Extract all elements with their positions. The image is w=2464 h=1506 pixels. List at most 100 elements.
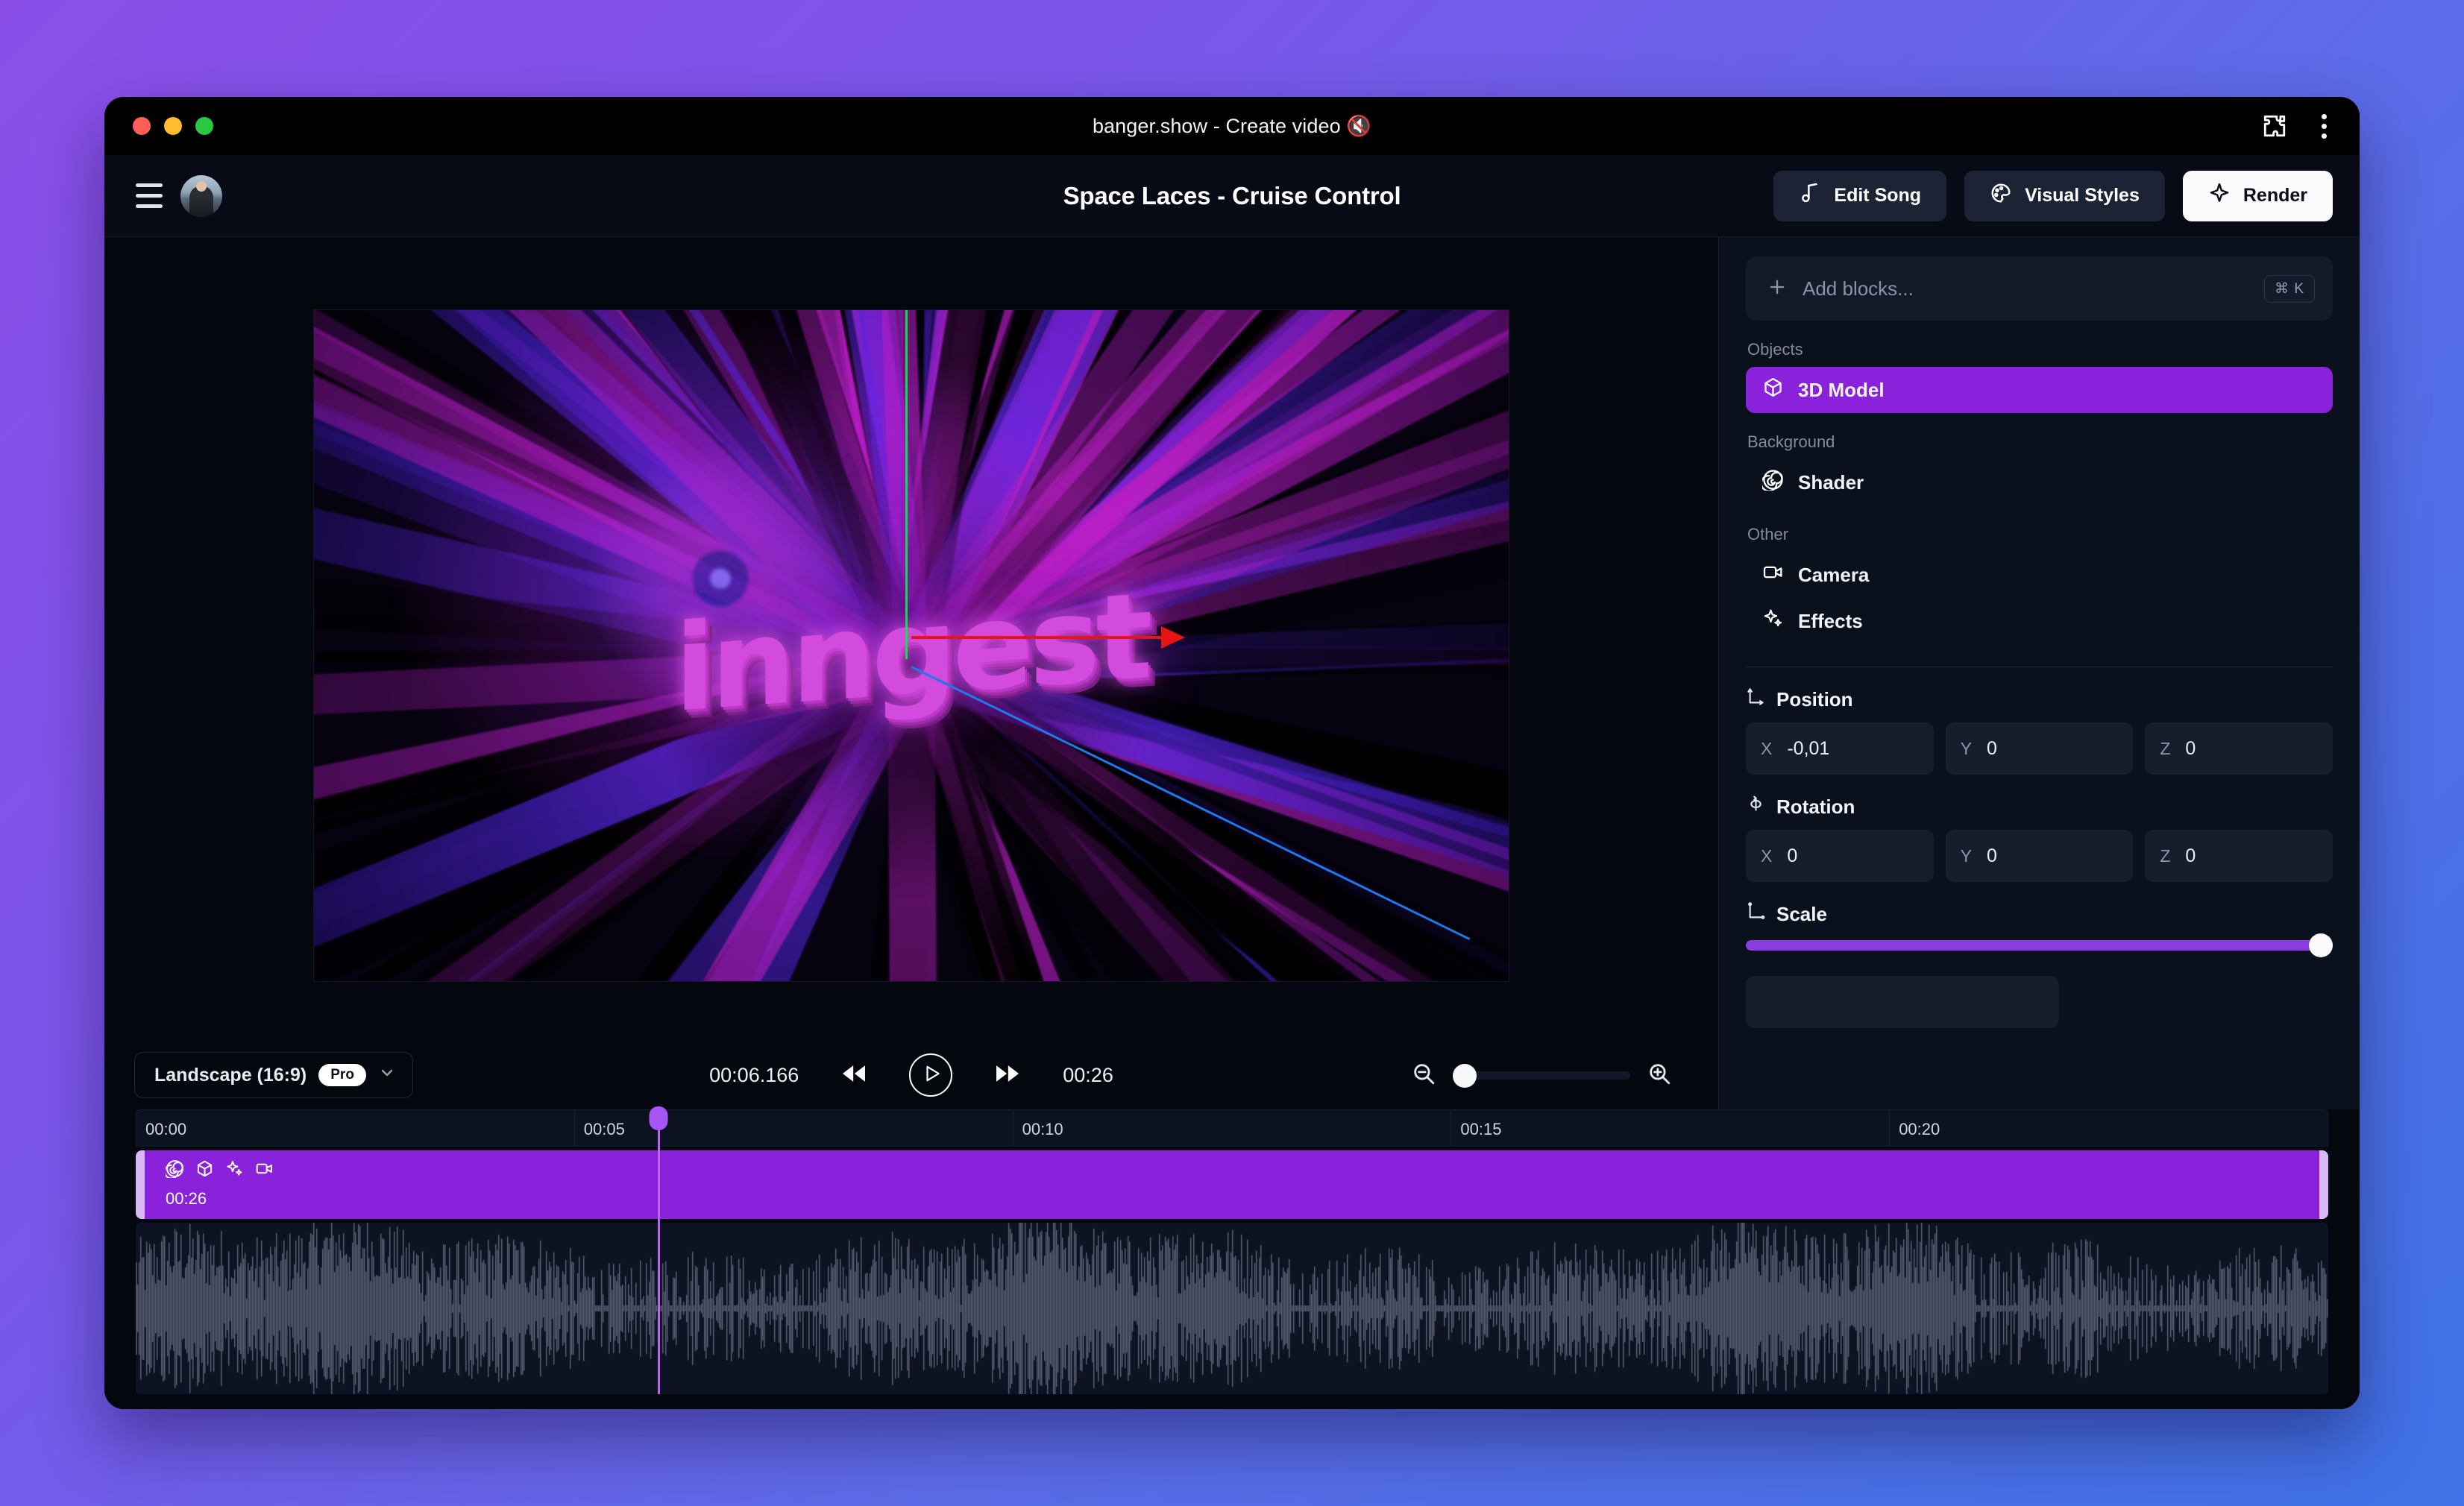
kebab-menu-icon[interactable]	[2322, 113, 2327, 139]
preview-area: inngest	[104, 237, 1718, 1041]
sidebar-item-camera[interactable]: Camera	[1746, 552, 2333, 598]
timeline-tick: 00:05	[575, 1110, 1013, 1146]
properties-sidebar: Add blocks... ⌘ K Objects 3D Model Backg…	[1718, 237, 2360, 1109]
minimize-window-button[interactable]	[164, 117, 182, 135]
timeline-ruler[interactable]: 00:00 00:05 00:10 00:15 00:20	[136, 1109, 2328, 1147]
scale-section-header: Scale	[1746, 901, 2333, 927]
music-note-icon	[1799, 182, 1821, 209]
timeline-tick-label: 00:10	[1022, 1120, 1063, 1138]
sidebar-item-label: 3D Model	[1798, 378, 1885, 401]
add-blocks-shortcut: ⌘ K	[2264, 274, 2315, 303]
axis-label: Z	[2160, 845, 2171, 866]
header-actions: Edit Song Visual Styles Render	[1773, 170, 2333, 221]
x-axis-red	[911, 626, 1186, 649]
zoom-in-icon[interactable]	[1647, 1061, 1672, 1090]
playhead-handle[interactable]	[649, 1106, 668, 1130]
move-axis-icon	[1746, 687, 1766, 712]
zoom-slider-knob[interactable]	[1453, 1064, 1477, 1088]
timeline-tick-label: 00:05	[583, 1120, 625, 1138]
rotation-x-field[interactable]: X 0	[1746, 830, 1934, 882]
visual-styles-button[interactable]: Visual Styles	[1964, 170, 2165, 221]
sparkles-icon	[1762, 608, 1784, 634]
total-duration: 00:26	[1063, 1063, 1113, 1086]
scale-slider-knob[interactable]	[2309, 933, 2333, 957]
group-label-background: Background	[1747, 432, 1835, 451]
cube-icon	[1762, 376, 1784, 403]
axis-label: X	[1761, 738, 1773, 758]
sidebar-item-label: Effects	[1798, 609, 1863, 632]
rotate-icon	[1746, 794, 1766, 819]
rotation-section-header: Rotation	[1746, 794, 2333, 819]
app-body: inngest Landscape (16:9) Pro 00:06.166 0…	[104, 237, 2360, 1109]
add-blocks-placeholder: Add blocks...	[1803, 277, 1914, 300]
clip-duration-label: 00:26	[166, 1189, 207, 1208]
position-section-header: Position	[1746, 687, 2333, 712]
video-camera-icon	[255, 1159, 274, 1182]
timeline-tick-label: 00:20	[1899, 1120, 1940, 1138]
transport-bar: Landscape (16:9) Pro 00:06.166 00:26	[104, 1041, 1718, 1109]
rewind-icon[interactable]	[839, 1059, 869, 1092]
user-avatar[interactable]	[180, 174, 222, 217]
sidebar-item-label: Camera	[1798, 563, 1870, 586]
scale-label: Scale	[1776, 902, 1827, 925]
timeline-clip[interactable]: 00:26	[136, 1150, 2328, 1219]
additional-property-field[interactable]	[1746, 976, 2059, 1028]
play-button[interactable]	[909, 1053, 953, 1097]
hamburger-icon[interactable]	[136, 183, 163, 208]
axis-label: Y	[1960, 845, 1973, 866]
sidebar-item-3d-model[interactable]: 3D Model	[1746, 367, 2333, 413]
sparkles-icon	[225, 1159, 244, 1182]
plus-icon	[1767, 277, 1788, 301]
timeline-tick: 00:00	[136, 1110, 575, 1146]
sidebar-item-effects[interactable]: Effects	[1746, 598, 2333, 644]
maximize-window-button[interactable]	[195, 117, 213, 135]
video-camera-icon	[1762, 561, 1784, 588]
axis-value: 0	[1987, 737, 1997, 759]
audio-waveform[interactable]	[136, 1223, 2328, 1394]
position-z-field[interactable]: Z 0	[2145, 722, 2333, 775]
clip-block-icons	[164, 1159, 2319, 1182]
rotation-z-field[interactable]: Z 0	[2145, 830, 2333, 882]
position-y-field[interactable]: Y 0	[1945, 722, 2134, 775]
edit-song-label: Edit Song	[1834, 185, 1922, 206]
editor-main-column: inngest Landscape (16:9) Pro 00:06.166 0…	[104, 237, 1718, 1109]
axis-value: 0	[2185, 845, 2196, 866]
position-fields: X -0,01 Y 0 Z 0	[1746, 722, 2333, 775]
zoom-out-icon[interactable]	[1411, 1061, 1436, 1090]
position-x-field[interactable]: X -0,01	[1746, 722, 1934, 775]
fast-forward-icon[interactable]	[993, 1059, 1022, 1092]
timeline-panel: 00:00 00:05 00:10 00:15 00:20 00:26	[104, 1106, 2360, 1409]
sidebar-item-shader[interactable]: Shader	[1746, 459, 2333, 505]
zoom-slider[interactable]	[1453, 1064, 1630, 1088]
spiral-icon	[1760, 469, 1784, 496]
axis-label: Z	[2160, 738, 2171, 758]
edit-song-button[interactable]: Edit Song	[1773, 170, 1947, 221]
aspect-ratio-select[interactable]: Landscape (16:9) Pro	[134, 1052, 413, 1098]
scale-slider[interactable]	[1746, 933, 2333, 957]
timeline-zoom-control	[1411, 1061, 1672, 1090]
axis-value: 0	[1787, 845, 1798, 866]
traffic-lights[interactable]	[133, 117, 213, 135]
render-button[interactable]: Render	[2182, 170, 2333, 221]
chevron-down-icon	[378, 1064, 396, 1087]
puzzle-piece-icon[interactable]	[2262, 113, 2287, 139]
timeline-tick-label: 00:00	[145, 1120, 187, 1138]
zoom-slider-track	[1453, 1071, 1630, 1080]
spiral-icon	[164, 1159, 184, 1182]
aspect-ratio-label: Landscape (16:9)	[154, 1064, 307, 1086]
scale-axis-icon	[1746, 901, 1766, 927]
group-label-other: Other	[1747, 525, 1789, 544]
video-preview-canvas[interactable]: inngest	[313, 309, 1509, 982]
rotation-y-field[interactable]: Y 0	[1945, 830, 2134, 882]
axis-value: 0	[2185, 737, 2196, 759]
browser-toolbar-right	[2262, 113, 2327, 139]
rotation-label: Rotation	[1776, 795, 1855, 818]
add-blocks-button[interactable]: Add blocks... ⌘ K	[1746, 256, 2333, 321]
timeline-tick: 00:20	[1890, 1110, 2328, 1146]
close-window-button[interactable]	[133, 117, 151, 135]
axis-label: X	[1761, 845, 1773, 866]
y-axis-green	[905, 310, 908, 659]
sidebar-item-label: Shader	[1798, 470, 1864, 494]
cube-icon	[195, 1159, 214, 1182]
timeline-playhead[interactable]	[649, 1106, 668, 1394]
